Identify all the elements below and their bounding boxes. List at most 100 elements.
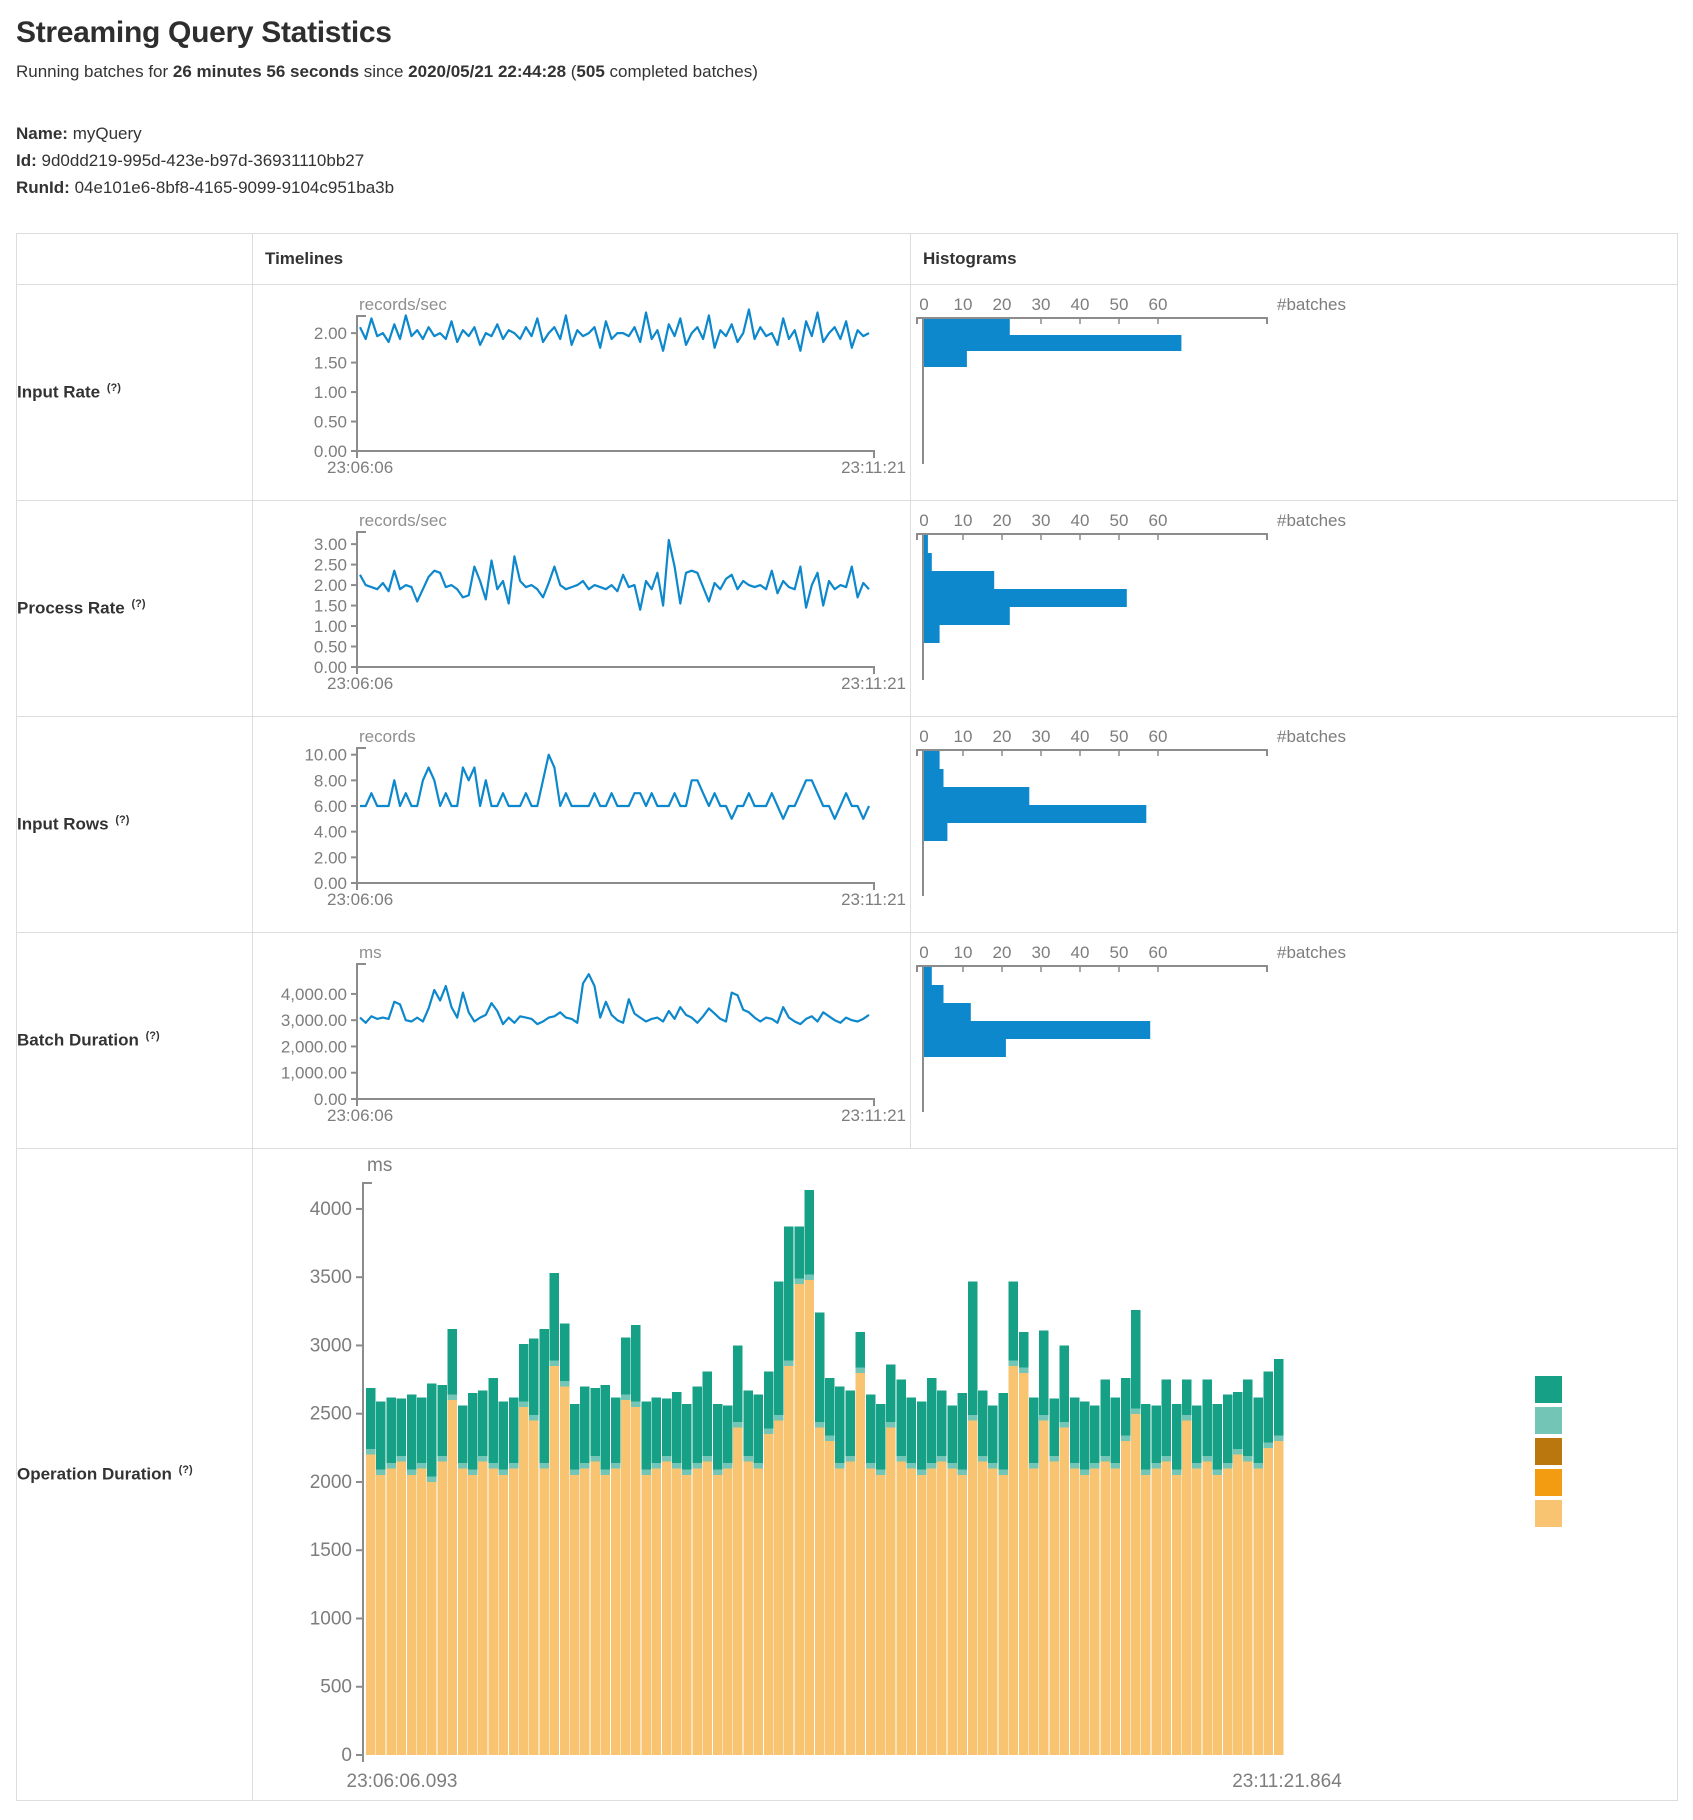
batch-duration-histogram-cell: 0102030405060#batches: [911, 933, 1678, 1149]
svg-text:4000: 4000: [310, 1199, 352, 1220]
input-rate-row: Input Rate (?) records/sec0.000.501.001.…: [17, 285, 1678, 501]
svg-text:40: 40: [1071, 943, 1090, 962]
svg-text:23:11:21: 23:11:21: [841, 890, 906, 909]
input-rows-row: Input Rows (?) records0.002.004.006.008.…: [17, 717, 1678, 933]
operation-duration-chart-cell: ms0500100015002000250030003500400023:06:…: [253, 1149, 1678, 1801]
svg-text:0: 0: [919, 727, 928, 746]
svg-text:#batches: #batches: [1277, 727, 1346, 746]
svg-text:2.50: 2.50: [314, 556, 347, 575]
svg-text:0.50: 0.50: [314, 638, 347, 657]
batch-duration-help-icon[interactable]: (?): [146, 1030, 160, 1042]
svg-text:1.00: 1.00: [314, 617, 347, 636]
svg-text:2.00: 2.00: [314, 848, 347, 867]
svg-text:2.00: 2.00: [314, 576, 347, 595]
svg-text:3500: 3500: [310, 1267, 352, 1288]
operation-duration-stacked-chart: ms0500100015002000250030003500400023:06:…: [253, 1149, 1677, 1799]
process-rate-timeline-chart: records/sec0.000.501.001.502.002.503.002…: [253, 502, 909, 715]
query-name-value: myQuery: [73, 124, 142, 143]
query-runid-line: RunId: 04e101e6-8bf8-4165-9099-9104c951b…: [16, 174, 1677, 201]
summary-mid: since: [359, 62, 408, 81]
page-title: Streaming Query Statistics: [16, 16, 1677, 50]
svg-text:60: 60: [1149, 511, 1168, 530]
query-runid-value: 04e101e6-8bf8-4165-9099-9104c951ba3b: [75, 178, 395, 197]
svg-text:10: 10: [954, 295, 973, 314]
svg-text:23:06:06.093: 23:06:06.093: [347, 1771, 458, 1792]
svg-text:0: 0: [919, 295, 928, 314]
svg-text:8.00: 8.00: [314, 771, 347, 790]
svg-text:23:11:21: 23:11:21: [841, 458, 906, 477]
svg-text:1.50: 1.50: [314, 597, 347, 616]
svg-text:30: 30: [1032, 727, 1051, 746]
query-name-line: Name: myQuery: [16, 120, 1677, 147]
svg-text:50: 50: [1110, 295, 1129, 314]
process-rate-timeline-cell: records/sec0.000.501.001.502.002.503.002…: [253, 501, 911, 717]
input-rate-label: Input Rate: [17, 383, 100, 402]
svg-text:3.00: 3.00: [314, 535, 347, 554]
histograms-column-header: Histograms: [911, 234, 1678, 285]
process-rate-histogram-chart: 0102030405060#batches: [911, 502, 1676, 715]
query-info: Name: myQuery Id: 9d0dd219-995d-423e-b97…: [16, 120, 1677, 201]
input-rate-histogram-chart: 0102030405060#batches: [911, 286, 1676, 499]
batch-duration-histogram-chart: 0102030405060#batches: [911, 934, 1676, 1147]
svg-text:1,000.00: 1,000.00: [281, 1064, 347, 1083]
timelines-column-header: Timelines: [253, 234, 911, 285]
input-rows-timeline-cell: records0.002.004.006.008.0010.0023:06:06…: [253, 717, 911, 933]
operation-duration-label: Operation Duration: [17, 1465, 172, 1484]
svg-text:records/sec: records/sec: [359, 295, 447, 314]
svg-text:50: 50: [1110, 727, 1129, 746]
svg-text:40: 40: [1071, 295, 1090, 314]
svg-text:30: 30: [1032, 511, 1051, 530]
svg-text:0.50: 0.50: [314, 413, 347, 432]
summary-batch-count: 505: [576, 62, 604, 81]
query-id-label: Id:: [16, 151, 37, 170]
svg-text:10: 10: [954, 727, 973, 746]
svg-text:20: 20: [993, 727, 1012, 746]
batch-duration-row: Batch Duration (?) ms0.001,000.002,000.0…: [17, 933, 1678, 1149]
input-rate-help-icon[interactable]: (?): [107, 382, 121, 394]
svg-text:20: 20: [993, 943, 1012, 962]
svg-text:50: 50: [1110, 511, 1129, 530]
summary-duration: 26 minutes 56 seconds: [173, 62, 359, 81]
svg-text:23:11:21: 23:11:21: [841, 674, 906, 693]
svg-text:1000: 1000: [310, 1608, 352, 1629]
batch-duration-timeline-cell: ms0.001,000.002,000.003,000.004,000.0023…: [253, 933, 911, 1149]
svg-text:10.00: 10.00: [304, 746, 347, 765]
svg-text:records: records: [359, 727, 416, 746]
summary-suffix: completed batches): [605, 62, 758, 81]
svg-text:#batches: #batches: [1277, 511, 1346, 530]
svg-text:60: 60: [1149, 295, 1168, 314]
query-runid-label: RunId:: [16, 178, 70, 197]
svg-text:23:06:06: 23:06:06: [327, 458, 393, 477]
svg-text:50: 50: [1110, 943, 1129, 962]
svg-text:0: 0: [919, 511, 928, 530]
svg-text:20: 20: [993, 511, 1012, 530]
svg-text:4,000.00: 4,000.00: [281, 985, 347, 1004]
input-rate-label-cell: Input Rate (?): [17, 285, 253, 501]
svg-text:4.00: 4.00: [314, 823, 347, 842]
input-rows-help-icon[interactable]: (?): [115, 814, 129, 826]
page: Streaming Query Statistics Running batch…: [0, 16, 1693, 1801]
operation-duration-label-cell: Operation Duration (?): [17, 1149, 253, 1801]
table-header-row: Timelines Histograms: [17, 234, 1678, 285]
operation-duration-help-icon[interactable]: (?): [179, 1464, 193, 1476]
svg-text:1.00: 1.00: [314, 383, 347, 402]
process-rate-histogram-cell: 0102030405060#batches: [911, 501, 1678, 717]
svg-text:23:06:06: 23:06:06: [327, 674, 393, 693]
svg-text:2,000.00: 2,000.00: [281, 1037, 347, 1056]
svg-text:6.00: 6.00: [314, 797, 347, 816]
input-rows-histogram-cell: 0102030405060#batches: [911, 717, 1678, 933]
input-rate-histogram-cell: 0102030405060#batches: [911, 285, 1678, 501]
svg-text:0: 0: [341, 1745, 352, 1766]
svg-text:#batches: #batches: [1277, 943, 1346, 962]
batch-duration-timeline-chart: ms0.001,000.002,000.003,000.004,000.0023…: [253, 934, 909, 1147]
svg-text:2500: 2500: [310, 1404, 352, 1425]
svg-text:30: 30: [1032, 295, 1051, 314]
batch-duration-label-cell: Batch Duration (?): [17, 933, 253, 1149]
svg-text:500: 500: [320, 1677, 352, 1698]
svg-text:40: 40: [1071, 727, 1090, 746]
process-rate-help-icon[interactable]: (?): [131, 598, 145, 610]
svg-text:40: 40: [1071, 511, 1090, 530]
svg-text:3000: 3000: [310, 1335, 352, 1356]
input-rows-timeline-chart: records0.002.004.006.008.0010.0023:06:06…: [253, 718, 909, 931]
svg-text:1.50: 1.50: [314, 354, 347, 373]
